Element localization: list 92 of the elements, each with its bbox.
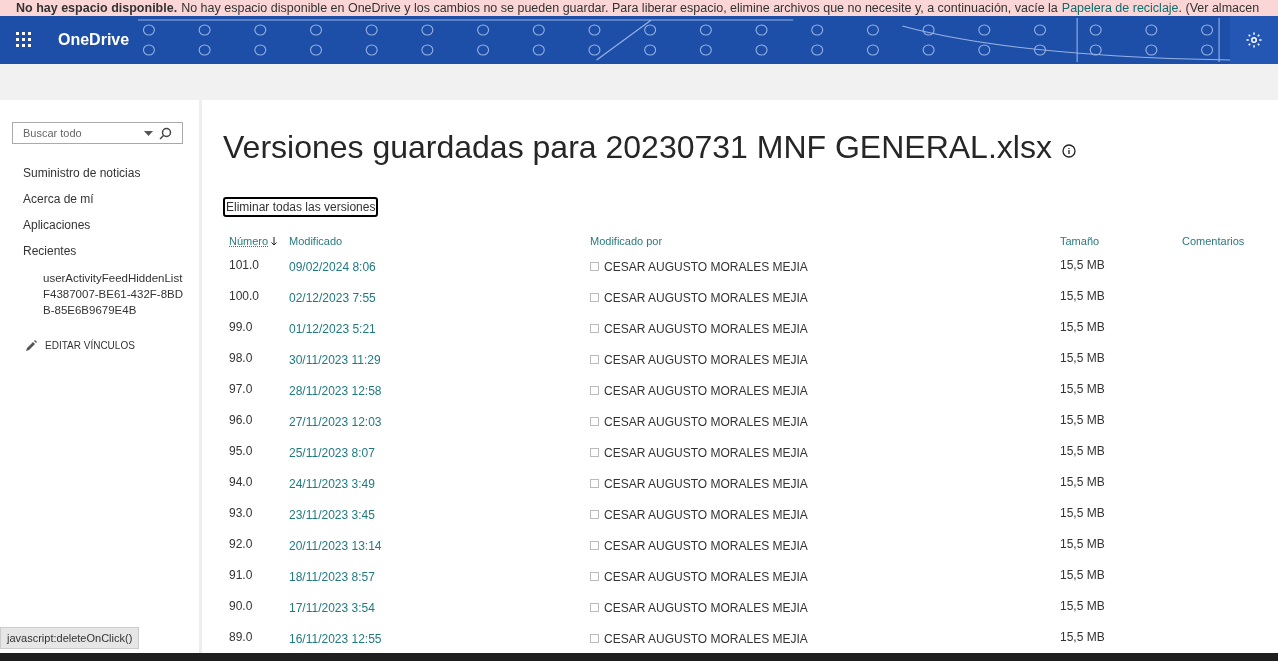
modified-by: CESAR AUGUSTO MORALES MEJIA: [604, 382, 808, 400]
user-presence-icon: [590, 634, 599, 643]
nav-link[interactable]: Acerca de mí: [23, 186, 183, 212]
version-date-link[interactable]: 25/11/2023 8:07: [289, 443, 590, 462]
nav-link[interactable]: Suministro de noticias: [23, 160, 183, 186]
version-date-link[interactable]: 30/11/2023 11:29: [289, 350, 590, 369]
version-number: 92.0: [229, 536, 254, 553]
version-date-link[interactable]: 16/11/2023 12:55: [289, 629, 590, 648]
banner-title: No hay espacio disponible.: [16, 1, 178, 15]
version-date-link[interactable]: 18/11/2023 8:57: [289, 567, 590, 586]
user-presence-icon: [590, 572, 599, 581]
version-date-link[interactable]: 28/11/2023 12:58: [289, 381, 590, 400]
version-date-link[interactable]: 02/12/2023 7:55: [289, 288, 590, 307]
version-number: 99.0: [229, 319, 254, 336]
file-size: 15,5 MB: [1060, 474, 1106, 491]
dropdown-caret-icon: [144, 130, 153, 136]
modified-by: CESAR AUGUSTO MORALES MEJIA: [604, 506, 808, 524]
user-presence-icon: [590, 386, 599, 395]
version-number: 91.0: [229, 567, 254, 584]
modified-by: CESAR AUGUSTO MORALES MEJIA: [604, 320, 808, 338]
modified-by: CESAR AUGUSTO MORALES MEJIA: [604, 599, 808, 617]
settings-icon: [1245, 31, 1263, 49]
delete-all-versions-button[interactable]: Eliminar todas las versiones: [223, 197, 379, 217]
modified-by: CESAR AUGUSTO MORALES MEJIA: [604, 444, 808, 462]
file-size: 15,5 MB: [1060, 443, 1106, 460]
recycle-bin-link[interactable]: Papelera de reciclaje: [1061, 1, 1179, 15]
version-number: 94.0: [229, 474, 254, 491]
edit-links-link[interactable]: EDITAR VÍNCULOS: [45, 338, 135, 353]
file-size: 15,5 MB: [1060, 381, 1106, 398]
user-presence-icon: [590, 324, 599, 333]
file-size: 15,5 MB: [1060, 319, 1106, 336]
version-number: 96.0: [229, 412, 254, 429]
version-date-link[interactable]: 23/11/2023 3:45: [289, 505, 590, 524]
modified-by: CESAR AUGUSTO MORALES MEJIA: [604, 475, 808, 493]
column-header[interactable]: Tamaño: [1060, 233, 1100, 250]
user-presence-icon: [590, 448, 599, 457]
search-field[interactable]: Buscar todo: [12, 122, 183, 144]
file-size: 15,5 MB: [1060, 598, 1106, 615]
column-header[interactable]: Modificado: [289, 233, 343, 250]
modified-by: CESAR AUGUSTO MORALES MEJIA: [604, 537, 808, 555]
user-presence-icon: [590, 510, 599, 519]
version-date-link[interactable]: 24/11/2023 3:49: [289, 474, 590, 493]
modified-by: CESAR AUGUSTO MORALES MEJIA: [604, 568, 808, 586]
version-number: 93.0: [229, 505, 254, 522]
file-size: 15,5 MB: [1060, 567, 1106, 584]
nav-link[interactable]: Recientes: [23, 238, 183, 264]
column-header[interactable]: Modificado por: [590, 233, 663, 250]
user-presence-icon: [590, 417, 599, 426]
file-size: 15,5 MB: [1060, 536, 1106, 553]
version-number: 89.0: [229, 629, 254, 646]
banner-message: No hay espacio disponible en OneDrive y los cambios no se pueden guardar. Para liberar espacio, elimine archivos que no necesite y, a continuación, vacíe la: [181, 1, 1058, 15]
column-header[interactable]: Comentarios: [1182, 233, 1245, 250]
modified-by: CESAR AUGUSTO MORALES MEJIA: [604, 258, 808, 276]
app-name[interactable]: OneDrive: [48, 28, 138, 52]
version-number: 90.0: [229, 598, 254, 615]
pencil-icon: [26, 340, 37, 351]
version-number: 101.0: [229, 257, 261, 274]
nav-link[interactable]: Aplicaciones: [23, 212, 183, 238]
user-presence-icon: [590, 479, 599, 488]
column-header[interactable]: Número: [229, 233, 269, 250]
file-size: 15,5 MB: [1060, 505, 1106, 522]
user-presence-icon: [590, 355, 599, 364]
version-date-link[interactable]: 20/11/2023 13:14: [289, 536, 590, 555]
version-number: 97.0: [229, 381, 254, 398]
info-icon: [1061, 144, 1076, 158]
file-size: 15,5 MB: [1060, 288, 1106, 305]
version-date-link[interactable]: 27/11/2023 12:03: [289, 412, 590, 431]
settings-button[interactable]: [1230, 16, 1278, 64]
version-date-link[interactable]: 17/11/2023 3:54: [289, 598, 590, 617]
file-size: 15,5 MB: [1060, 350, 1106, 367]
version-date-link[interactable]: 09/02/2024 8:06: [289, 257, 590, 276]
version-number: 98.0: [229, 350, 254, 367]
modified-by: CESAR AUGUSTO MORALES MEJIA: [604, 289, 808, 307]
modified-by: CESAR AUGUSTO MORALES MEJIA: [604, 630, 808, 648]
version-number: 100.0: [229, 288, 261, 305]
page-title: Versiones guardadas para 20230731 MNF GENERAL.xlsx: [223, 128, 1052, 167]
modified-by: CESAR AUGUSTO MORALES MEJIA: [604, 413, 808, 431]
nav-sublink[interactable]: userActivityFeedHiddenListF4387007-BE61-432F-8BDB-85E6B9679E4B: [23, 264, 188, 318]
version-number: 95.0: [229, 443, 254, 460]
file-size: 15,5 MB: [1060, 257, 1106, 274]
banner-tail: . (Ver almacen: [1178, 1, 1260, 15]
user-presence-icon: [590, 541, 599, 550]
file-size: 15,5 MB: [1060, 412, 1106, 429]
grid-icon: [16, 32, 32, 48]
status-url-tooltip: javascript:deleteOnClick(): [0, 626, 140, 649]
user-presence-icon: [590, 603, 599, 612]
modified-by: CESAR AUGUSTO MORALES MEJIA: [604, 351, 808, 369]
file-size: 15,5 MB: [1060, 629, 1106, 646]
version-date-link[interactable]: 01/12/2023 5:21: [289, 319, 590, 338]
search-icon: [159, 126, 172, 140]
user-presence-icon: [590, 262, 599, 271]
user-presence-icon: [590, 293, 599, 302]
